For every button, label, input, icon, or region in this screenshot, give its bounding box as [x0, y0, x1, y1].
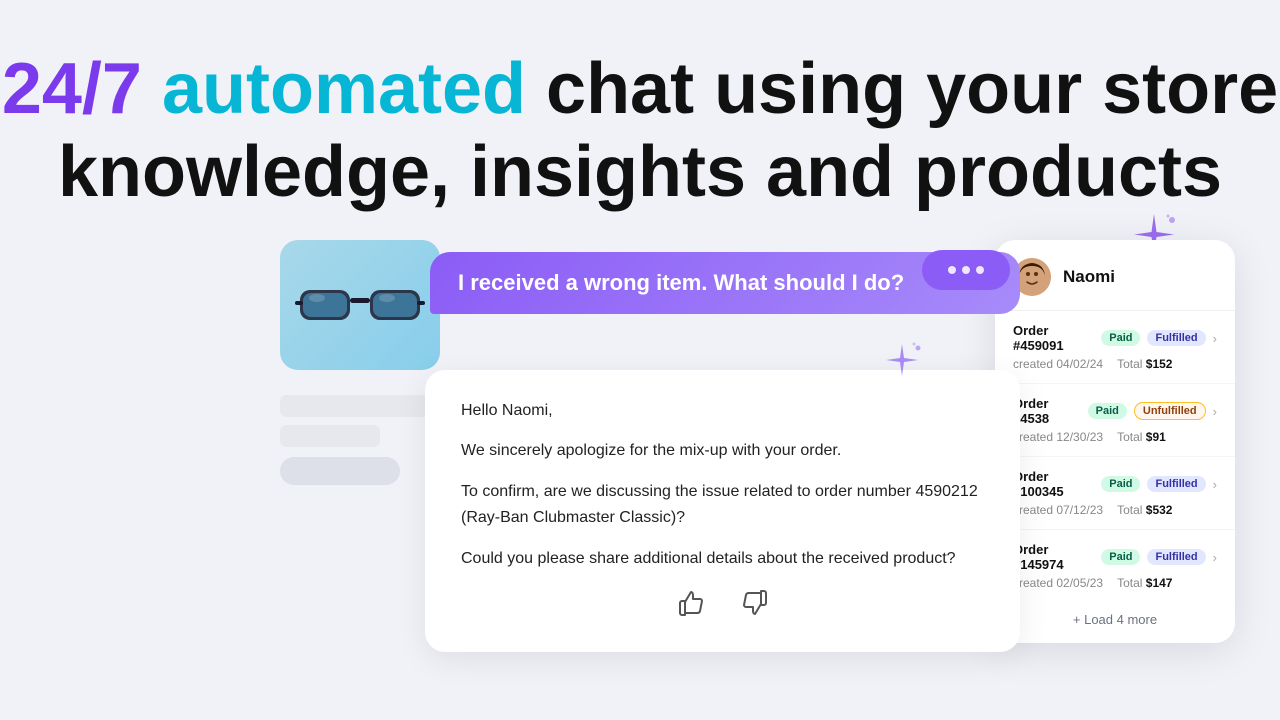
order-row[interactable]: Order #4538 Paid Unfulfilled › created 1… [995, 384, 1235, 457]
load-more-button[interactable]: + Load 4 more [995, 602, 1235, 631]
order-number: Order #145974 [1013, 542, 1094, 572]
naomi-header: Naomi [995, 240, 1235, 311]
order-row[interactable]: Order #145974 Paid Fulfilled › created 0… [995, 530, 1235, 602]
order-bottom: created 12/30/23 Total $91 [1013, 430, 1217, 444]
fulfillment-badge: Unfulfilled [1134, 402, 1206, 420]
load-more-label: + Load 4 more [1073, 612, 1157, 627]
order-top: Order #459091 Paid Fulfilled › [1013, 323, 1217, 353]
paid-badge: Paid [1088, 403, 1127, 419]
headline-automated: automated [162, 49, 526, 129]
headline: 24/7 automated chat using your store kno… [0, 0, 1280, 214]
total-label: Total $152 [1117, 357, 1172, 371]
headline-247: 24/7 [2, 49, 142, 129]
paid-badge: Paid [1101, 549, 1140, 565]
chevron-icon: › [1213, 550, 1217, 565]
created-label: created 04/02/24 [1013, 357, 1103, 371]
bot-greeting: Hello Naomi, [461, 398, 984, 424]
created-label: created 12/30/23 [1013, 430, 1103, 444]
headline-line2: knowledge, insights and products [58, 132, 1222, 212]
order-number: Order #459091 [1013, 323, 1094, 353]
order-top: Order #100345 Paid Fulfilled › [1013, 469, 1217, 499]
fulfillment-badge: Fulfilled [1147, 476, 1205, 492]
thumbs-row [673, 585, 773, 628]
chevron-icon: › [1213, 404, 1217, 419]
fulfillment-badge: Fulfilled [1147, 549, 1205, 565]
created-date: 02/05/23 [1056, 576, 1103, 590]
chevron-icon: › [1213, 477, 1217, 492]
order-row[interactable]: Order #100345 Paid Fulfilled › created 0… [995, 457, 1235, 530]
total-value: $147 [1146, 576, 1173, 590]
orders-panel: Naomi Order #459091 Paid Fulfilled › cre… [995, 240, 1235, 643]
order-row[interactable]: Order #459091 Paid Fulfilled › created 0… [995, 311, 1235, 384]
bot-confirm: To confirm, are we discussing the issue … [461, 479, 984, 532]
created-label: created 07/12/23 [1013, 503, 1103, 517]
dot-2 [962, 266, 970, 274]
typing-bubble [922, 250, 1010, 290]
headline-rest: chat using your store [546, 49, 1278, 129]
product-card [280, 240, 440, 370]
bot-reply-card: Hello Naomi, We sincerely apologize for … [425, 370, 1020, 652]
ghost-cards [280, 395, 430, 485]
bot-reply-text: Hello Naomi, We sincerely apologize for … [461, 398, 984, 572]
order-bottom: created 07/12/23 Total $532 [1013, 503, 1217, 517]
paid-badge: Paid [1101, 330, 1140, 346]
orders-list: Order #459091 Paid Fulfilled › created 0… [995, 311, 1235, 602]
order-number: Order #100345 [1013, 469, 1094, 499]
thumbs-down-button[interactable] [737, 585, 773, 628]
user-message-text: I received a wrong item. What should I d… [458, 270, 904, 295]
created-label: created 02/05/23 [1013, 576, 1103, 590]
dot-1 [948, 266, 956, 274]
created-date: 04/02/24 [1056, 357, 1103, 371]
star-sparkle-icon [880, 340, 924, 393]
dot-3 [976, 266, 984, 274]
total-label: Total $147 [1117, 576, 1172, 590]
chevron-icon: › [1213, 331, 1217, 346]
order-bottom: created 04/02/24 Total $152 [1013, 357, 1217, 371]
created-date: 12/30/23 [1056, 430, 1103, 444]
paid-badge: Paid [1101, 476, 1140, 492]
thumbs-up-button[interactable] [673, 585, 709, 628]
total-label: Total $91 [1117, 430, 1166, 444]
order-top: Order #145974 Paid Fulfilled › [1013, 542, 1217, 572]
total-label: Total $532 [1117, 503, 1172, 517]
bot-apology: We sincerely apologize for the mix-up wi… [461, 438, 984, 464]
created-date: 07/12/23 [1056, 503, 1103, 517]
order-bottom: created 02/05/23 Total $147 [1013, 576, 1217, 590]
fulfillment-badge: Fulfilled [1147, 330, 1205, 346]
naomi-name: Naomi [1063, 267, 1115, 287]
total-value: $91 [1146, 430, 1166, 444]
order-number: Order #4538 [1013, 396, 1081, 426]
order-top: Order #4538 Paid Unfulfilled › [1013, 396, 1217, 426]
bot-request: Could you please share additional detail… [461, 546, 984, 572]
total-value: $532 [1146, 503, 1173, 517]
total-value: $152 [1146, 357, 1173, 371]
